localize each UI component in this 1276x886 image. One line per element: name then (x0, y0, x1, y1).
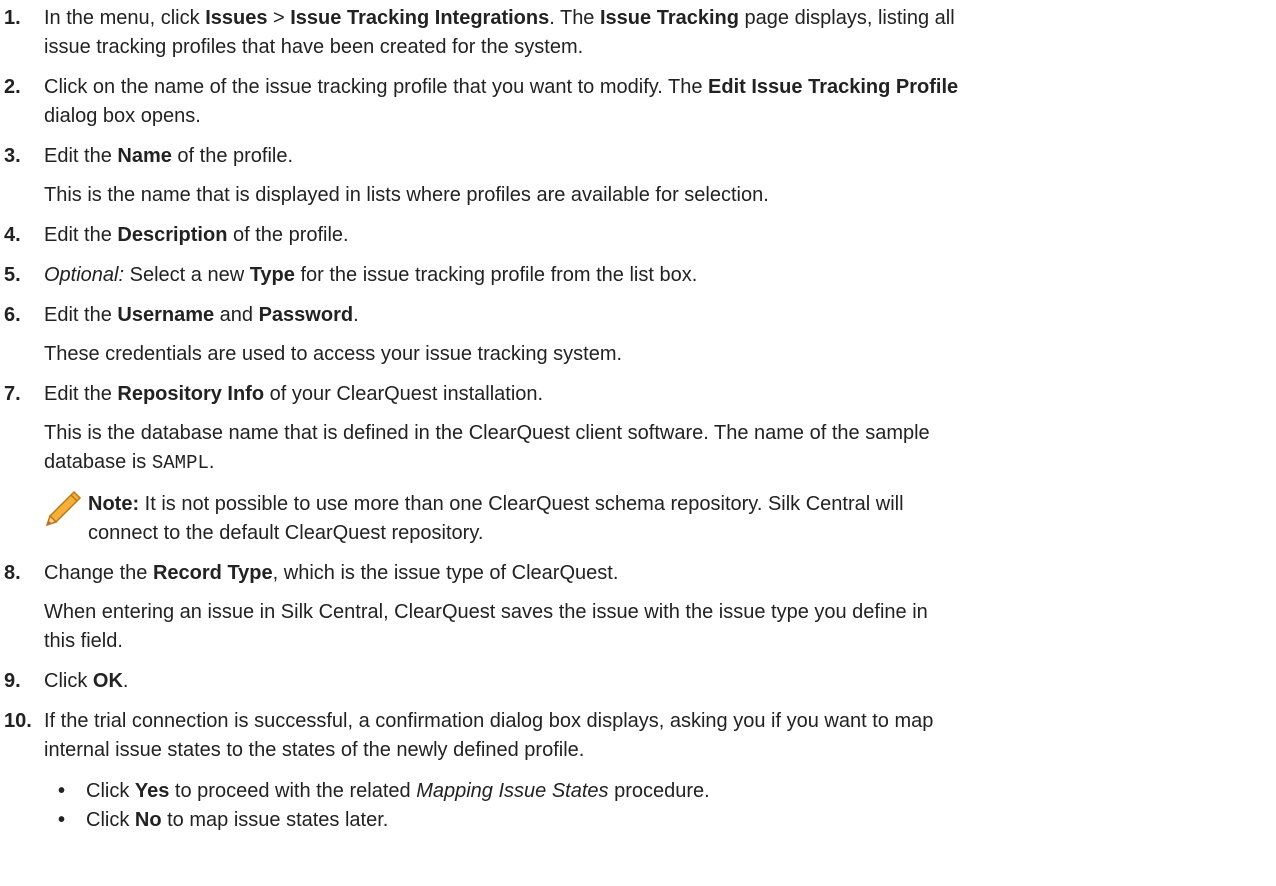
code-sample-db: SAMPL (151, 452, 209, 474)
step-number: 10. (4, 710, 32, 732)
step-explanation: These credentials are used to access you… (44, 343, 623, 365)
step-text: Edit the Name of the profile. (44, 145, 294, 167)
step-number: 1. (4, 7, 21, 29)
step-number: 7. (4, 383, 21, 405)
step-text: Optional: Select a new Type for the issu… (44, 264, 698, 286)
step-text: Edit the Repository Info of your ClearQu… (44, 383, 544, 405)
field-type: Type (249, 264, 295, 286)
step-text: Edit the Description of the profile. (44, 224, 349, 246)
step-number: 6. (4, 304, 21, 326)
step-number: 2. (4, 76, 21, 98)
no-label: No (134, 809, 162, 831)
step-text: In the menu, click Issues > Issue Tracki… (44, 7, 955, 29)
step-text: Click OK. (44, 670, 129, 692)
field-username: Username (117, 304, 215, 326)
page-issue-tracking: Issue Tracking (600, 7, 739, 29)
field-password: Password (258, 304, 354, 326)
list-item: • Click Yes to proceed with the related … (58, 777, 1276, 806)
ok-label: OK (92, 670, 123, 692)
note-box: Note: It is not possible to use more tha… (44, 490, 1276, 548)
list-item: • Click No to map issue states later. (58, 806, 1276, 835)
step-text: Change the Record Type, which is the iss… (44, 562, 619, 584)
related-procedure-link-text: Mapping Issue States (416, 780, 609, 802)
step-6: 6. Edit the Username and Password. These… (0, 301, 1276, 369)
note-label: Note: (88, 493, 140, 515)
step-explanation: This is the name that is displayed in li… (44, 184, 769, 206)
step-4: 4. Edit the Description of the profile. (0, 221, 1276, 250)
yes-label: Yes (134, 780, 170, 802)
step-text: Edit the Username and Password. (44, 304, 359, 326)
bullet-icon: • (58, 809, 66, 831)
option-list: • Click Yes to proceed with the related … (0, 777, 1276, 835)
field-record-type: Record Type (152, 562, 273, 584)
step-1: 1. In the menu, click Issues > Issue Tra… (0, 4, 1276, 62)
field-repository-info: Repository Info (117, 383, 265, 405)
step-5: 5. Optional: Select a new Type for the i… (0, 261, 1276, 290)
step-3: 3. Edit the Name of the profile. This is… (0, 142, 1276, 210)
step-explanation: When entering an issue in Silk Central, … (44, 601, 928, 652)
step-number: 3. (4, 145, 21, 167)
step-9: 9. Click OK. (0, 667, 1276, 696)
step-number: 9. (4, 670, 21, 692)
dialog-edit-issue-tracking-profile: Edit Issue Tracking Profile (708, 76, 959, 98)
step-text-cont: internal issue states to the states of t… (44, 739, 585, 761)
field-name: Name (117, 145, 172, 167)
step-number: 8. (4, 562, 21, 584)
menu-issues: Issues (205, 7, 268, 29)
step-text-cont: issue tracking profiles that have been c… (44, 36, 584, 58)
procedure-document: 1. In the menu, click Issues > Issue Tra… (0, 0, 1276, 835)
step-number: 4. (4, 224, 21, 246)
step-7: 7. Edit the Repository Info of your Clea… (0, 380, 1276, 548)
step-10: 10. If the trial connection is successfu… (0, 707, 1276, 765)
step-number: 5. (4, 264, 21, 286)
pencil-icon (44, 490, 82, 528)
bullet-icon: • (58, 780, 66, 802)
step-text: Click on the name of the issue tracking … (44, 76, 959, 98)
menu-issue-tracking-integrations: Issue Tracking Integrations (290, 7, 550, 29)
step-2: 2. Click on the name of the issue tracki… (0, 73, 1276, 131)
field-description: Description (117, 224, 228, 246)
step-text: If the trial connection is successful, a… (44, 710, 934, 732)
optional-label: Optional: (44, 264, 125, 286)
step-explanation: This is the database name that is define… (44, 422, 930, 474)
step-8: 8. Change the Record Type, which is the … (0, 559, 1276, 656)
step-text-cont: dialog box opens. (44, 105, 201, 127)
